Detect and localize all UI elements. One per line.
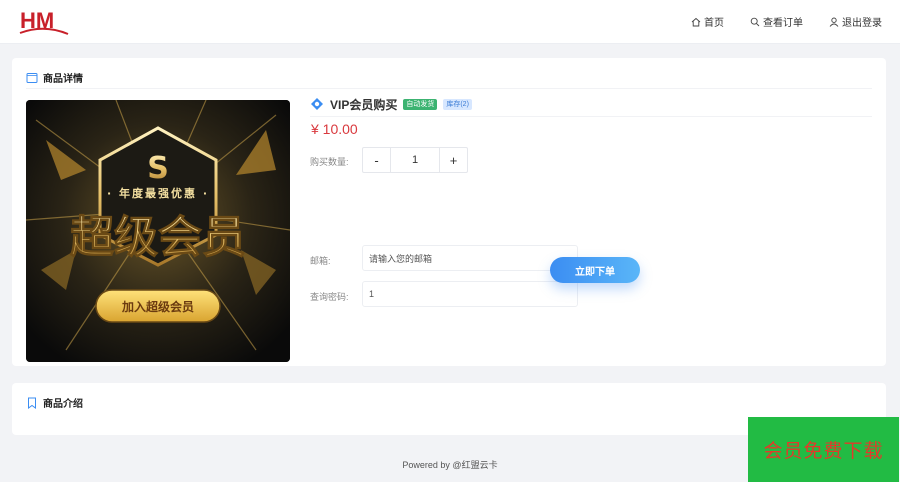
search-icon (750, 17, 760, 26)
detail-title: 商品详情 (43, 74, 83, 85)
promo-overlay: 会员免费下载 (748, 417, 899, 482)
product-price: ¥ 10.00 (311, 121, 358, 137)
order-now-button[interactable]: 立即下单 (550, 257, 640, 283)
nav-logout[interactable]: 退出登录 (829, 14, 882, 29)
banner-tagline: · 年度最强优惠 · (107, 186, 209, 200)
user-icon (829, 17, 839, 27)
intro-header: 商品介绍 (26, 395, 83, 410)
diamond-icon (311, 98, 323, 110)
banner-headline: 超级会员 (70, 212, 246, 263)
quantity-label: 购买数量: (310, 157, 349, 167)
product-image: S · 年度最强优惠 · 超级会员 加入超级会员 (26, 100, 290, 362)
detail-divider (26, 88, 872, 89)
quantity-stepper: - 1 + (362, 147, 468, 173)
stock-badge: 库存(2) (443, 98, 472, 110)
nav-orders[interactable]: 查看订单 (750, 14, 803, 29)
banner-emblem: S (147, 151, 169, 186)
quantity-increase-button[interactable]: + (440, 148, 467, 172)
product-title: VIP会员购买 (330, 97, 398, 112)
banner-join-text: 加入超级会员 (121, 299, 194, 314)
home-icon (691, 17, 701, 26)
query-password-field[interactable]: 1 (362, 281, 578, 307)
site-logo[interactable]: HM (18, 6, 70, 38)
product-detail-card: 商品详情 S · 年度最强优惠 · 超级会员 加入超级会员 VIP会员购买 自动… (12, 58, 886, 366)
password-label: 查询密码: (310, 292, 349, 302)
bookmark-icon (28, 397, 36, 409)
top-nav: 首页 查看订单 退出登录 (691, 14, 882, 29)
title-divider (310, 116, 872, 117)
product-info: VIP会员购买 自动发货 库存(2) ¥ 10.00 购买数量: - 1 + 邮… (310, 94, 872, 307)
detail-header: 商品详情 (26, 70, 83, 85)
auto-delivery-badge: 自动发货 (403, 98, 438, 110)
intro-title: 商品介绍 (43, 399, 83, 410)
nav-logout-label: 退出登录 (842, 18, 882, 29)
email-label: 邮箱: (310, 256, 331, 266)
nav-home-label: 首页 (704, 18, 724, 29)
vip-banner-graphic: S · 年度最强优惠 · 超级会员 加入超级会员 (26, 100, 290, 362)
top-header: HM 首页 查看订单 退出登录 (0, 0, 900, 44)
bag-icon (26, 72, 38, 83)
nav-orders-label: 查看订单 (763, 18, 803, 29)
email-field[interactable]: 请输入您的邮箱 (362, 245, 578, 271)
product-title-row: VIP会员购买 自动发货 库存(2) (310, 94, 872, 114)
quantity-input[interactable]: 1 (390, 148, 440, 172)
nav-home[interactable]: 首页 (691, 14, 724, 29)
quantity-decrease-button[interactable]: - (363, 148, 390, 172)
